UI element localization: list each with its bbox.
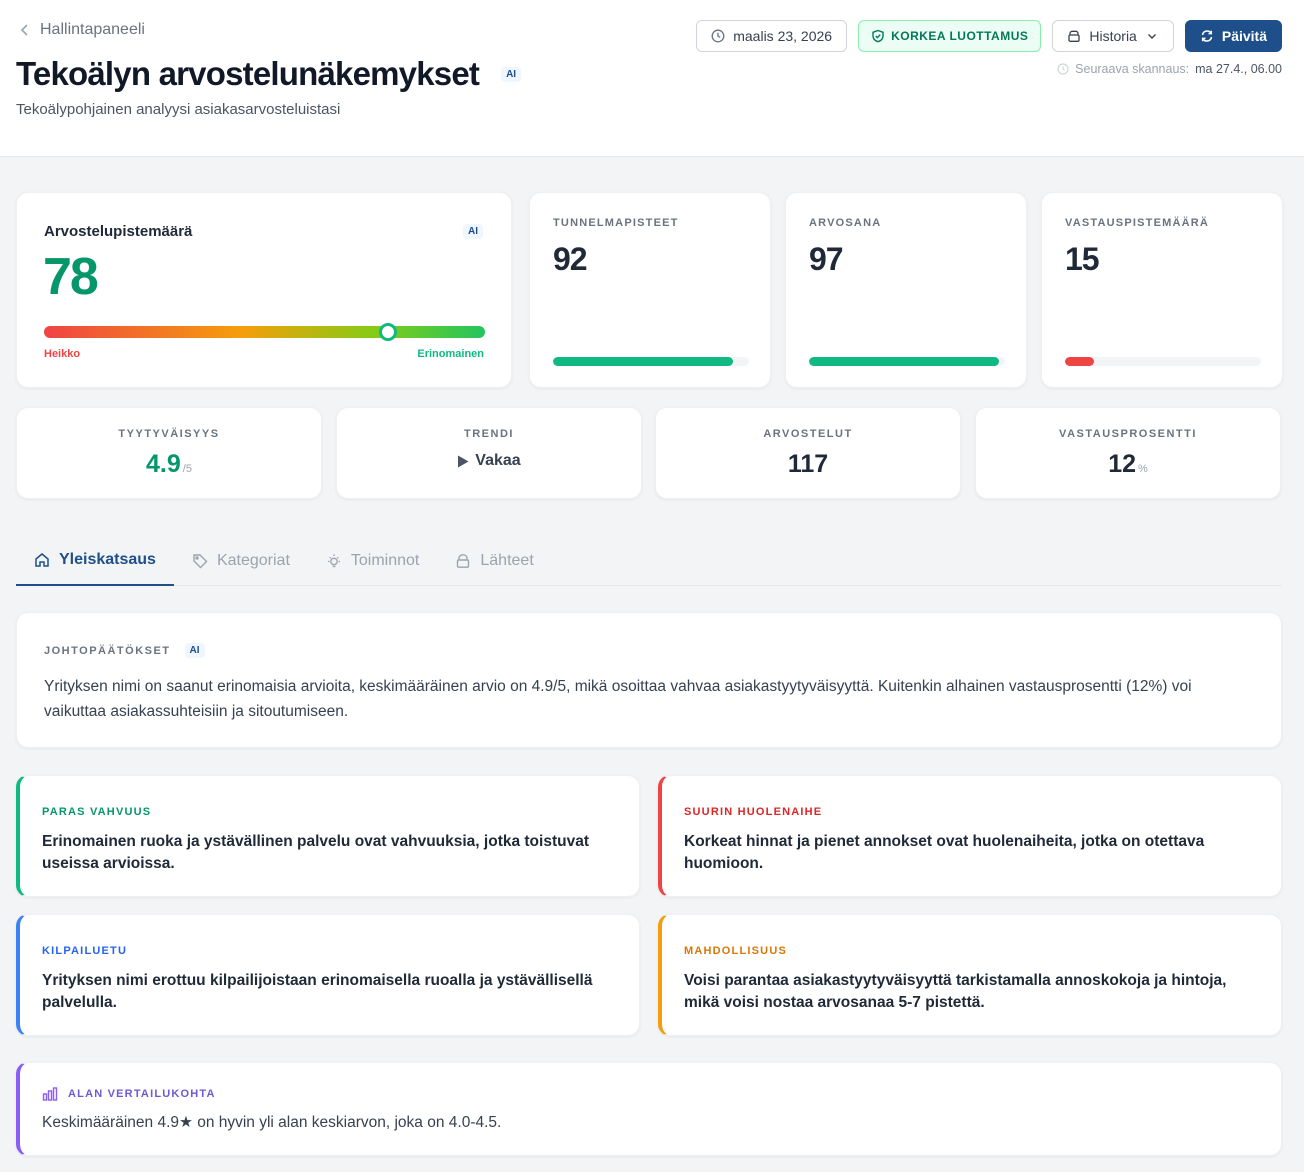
refresh-label: Päivitä <box>1221 28 1267 44</box>
refresh-icon <box>1201 30 1213 42</box>
chevron-left-icon <box>20 24 28 36</box>
back-link-label: Hallintapaneeli <box>40 21 145 38</box>
satisfaction-stat: TYYTYVÄISYYS 4.9 /5 <box>16 407 322 499</box>
archive-icon <box>1068 30 1081 42</box>
metric-label: VASTAUSPISTEMÄÄRÄ <box>1065 217 1210 229</box>
metric-progress-track <box>809 357 1005 366</box>
lightbulb-icon <box>327 554 340 567</box>
stat-label: VASTAUSPROSENTTI <box>1059 428 1197 440</box>
tab-label: Yleiskatsaus <box>59 551 156 568</box>
top-strength-card: PARAS VAHVUUS Erinomainen ruoka ja ystäv… <box>16 775 640 897</box>
score-value: 78 <box>43 248 99 306</box>
conclusions-card: JOHTOPÄÄTÖKSET AI Yrityksen nimi on saan… <box>16 612 1282 748</box>
reviews-stat: ARVOSTELUT 117 <box>655 407 961 499</box>
next-scan-info: Seuraava skannaus: ma 27.4., 06.00 <box>1057 62 1282 76</box>
page-subtitle: Tekoälypohjainen analyysi asiakasarvoste… <box>16 101 341 118</box>
tab-bar: Yleiskatsaus Kategoriat Toiminnot Lähtee… <box>16 536 1282 586</box>
shield-check-icon <box>872 29 884 43</box>
gauge-high-label: Erinomainen <box>417 348 484 360</box>
tag-icon <box>193 553 208 568</box>
insight-label: SUURIN HUOLENAIHE <box>684 806 823 818</box>
stat-unit: /5 <box>182 463 192 475</box>
bar-chart-icon <box>42 1087 58 1101</box>
rating-score-card: ARVOSANA 97 <box>785 192 1027 388</box>
insight-text: Korkeat hinnat ja pienet annokset ovat h… <box>684 833 1205 872</box>
metric-progress-track <box>553 357 749 366</box>
history-dropdown[interactable]: Historia <box>1052 20 1174 52</box>
confidence-label: KORKEA LUOTTAMUS <box>891 29 1029 43</box>
conclusions-text: Yrityksen nimi on saanut erinomaisia arv… <box>44 678 1192 720</box>
page-header: Hallintapaneeli Tekoälyn arvostelunäkemy… <box>0 0 1304 157</box>
next-scan-value: ma 27.4., 06.00 <box>1195 62 1282 76</box>
clock-icon <box>1057 63 1069 75</box>
insight-label: PARAS VAHVUUS <box>42 806 152 818</box>
stat-value: 117 <box>787 450 829 478</box>
metric-value: 97 <box>809 241 844 277</box>
insight-label: MAHDOLLISUUS <box>684 945 788 957</box>
date-picker-button[interactable]: maalis 23, 2026 <box>696 20 848 52</box>
page-title: Tekoälyn arvostelunäkemykset <box>16 55 480 92</box>
insight-text: Erinomainen ruoka ja ystävällinen palvel… <box>42 833 589 872</box>
history-label: Historia <box>1089 28 1137 44</box>
tab-label: Toiminnot <box>350 551 420 569</box>
response-score-card: VASTAUSPISTEMÄÄRÄ 15 <box>1041 192 1283 388</box>
competitive-advantage-card: KILPAILUETU Yrityksen nimi erottuu kilpa… <box>16 914 640 1036</box>
insight-label: KILPAILUETU <box>42 945 128 957</box>
benchmark-text: Keskimääräinen 4.9★ on hyvin yli alan ke… <box>42 1114 502 1131</box>
stat-label: TYYTYVÄISYYS <box>118 428 220 440</box>
score-label: Arvostelupistemäärä <box>44 223 193 240</box>
metric-progress-fill <box>1065 357 1095 366</box>
ai-badge: AI <box>463 224 483 239</box>
stat-label: TRENDI <box>464 428 514 440</box>
stat-unit: % <box>1138 463 1148 475</box>
lock-icon <box>457 553 470 568</box>
stat-value: 12 <box>1108 450 1137 478</box>
review-score-card: Arvostelupistemäärä AI 78 Heikko Erinoma… <box>16 192 512 388</box>
stat-label: ARVOSTELUT <box>763 428 853 440</box>
tab-sources[interactable]: Lähteet <box>437 536 551 585</box>
home-icon <box>35 553 49 567</box>
metric-progress-track <box>1065 357 1261 366</box>
metric-value: 92 <box>553 241 588 277</box>
conclusions-label: JOHTOPÄÄTÖKSET <box>44 644 171 657</box>
tab-overview[interactable]: Yleiskatsaus <box>16 536 174 586</box>
tab-label: Lähteet <box>480 551 534 569</box>
sentiment-score-card: TUNNELMAPISTEET 92 <box>529 192 771 388</box>
trend-stat: TRENDI Vakaa <box>336 407 642 499</box>
industry-benchmark-card: ALAN VERTAILUKOHTA Keskimääräinen 4.9★ o… <box>16 1062 1282 1156</box>
ai-badge: AI <box>184 643 205 658</box>
tab-categories[interactable]: Kategoriat <box>174 536 308 585</box>
metric-progress-fill <box>809 357 1000 366</box>
tab-actions[interactable]: Toiminnot <box>308 536 437 585</box>
stat-value: 4.9 <box>146 450 181 478</box>
insight-text: Yrityksen nimi erottuu kilpailijoistaan … <box>42 972 593 1011</box>
score-gauge <box>44 323 485 341</box>
metric-value: 15 <box>1065 241 1100 277</box>
clock-icon <box>711 29 725 43</box>
insight-text: Voisi parantaa asiakastyytyväisyyttä tar… <box>684 972 1227 1011</box>
chevron-down-icon <box>1147 34 1156 39</box>
response-rate-stat: VASTAUSPROSENTTI 12 % <box>975 407 1281 499</box>
score-gauge-marker <box>378 323 397 341</box>
back-link[interactable]: Hallintapaneeli <box>18 21 145 39</box>
ai-badge: AI <box>501 66 522 82</box>
benchmark-label: ALAN VERTAILUKOHTA <box>68 1088 216 1100</box>
tab-label: Kategoriat <box>216 551 290 569</box>
opportunity-card: MAHDOLLISUUS Voisi parantaa asiakastyyty… <box>658 914 1282 1036</box>
metric-progress-fill <box>553 357 734 366</box>
confidence-badge: KORKEA LUOTTAMUS <box>858 20 1042 52</box>
refresh-button[interactable]: Päivitä <box>1184 20 1282 52</box>
metric-label: ARVOSANA <box>809 217 882 229</box>
next-scan-label: Seuraava skannaus: <box>1075 62 1190 76</box>
stat-value: Vakaa <box>475 452 521 469</box>
gauge-low-label: Heikko <box>44 348 81 360</box>
top-concern-card: SUURIN HUOLENAIHE Korkeat hinnat ja pien… <box>658 775 1282 897</box>
play-icon <box>458 455 469 467</box>
date-label: maalis 23, 2026 <box>733 28 833 44</box>
metric-label: TUNNELMAPISTEET <box>553 217 679 229</box>
